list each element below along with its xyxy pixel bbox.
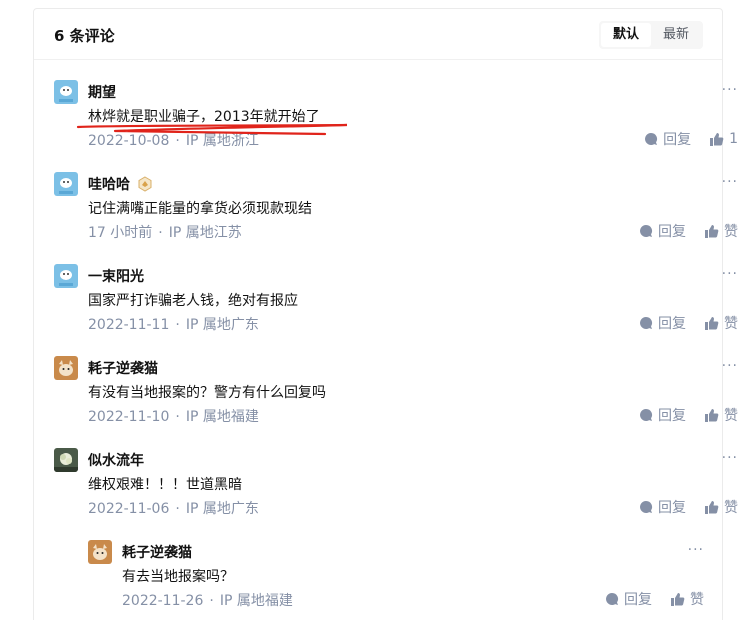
reply-button[interactable]: 回复 [639, 221, 686, 241]
comment-ip: IP 属地福建 [219, 593, 293, 609]
reply-icon [640, 500, 653, 513]
more-options-icon[interactable]: ··· [722, 450, 738, 466]
comment-date: 2022-11-11 [88, 317, 170, 333]
like-label: 赞 [724, 408, 738, 424]
comment-date: 17 小时前 [88, 225, 153, 241]
comment-author[interactable]: 耗子逆袭猫 [122, 542, 192, 562]
reply-icon [640, 224, 653, 237]
like-label: 赞 [724, 500, 738, 516]
thumbs-up-icon [705, 225, 719, 238]
comment-actions: 回复 赞 [621, 313, 738, 333]
reply-label: 回复 [658, 500, 686, 516]
avatar[interactable] [54, 264, 78, 288]
reply-icon [645, 132, 658, 145]
comment-ip: IP 属地广东 [185, 501, 259, 517]
more-options-icon[interactable]: ··· [722, 174, 738, 190]
like-label: 1 [729, 131, 738, 147]
comment-actions: 回复 赞 [621, 221, 738, 241]
reply-icon [640, 408, 653, 421]
comment-actions: 回复 赞 [621, 405, 738, 425]
thumbs-up-icon [705, 317, 719, 330]
comment-actions: 回复 赞 [621, 497, 738, 517]
author-name[interactable]: 似水流年 [88, 450, 144, 470]
author-name[interactable]: 期望 [88, 82, 116, 102]
sort-switch: 默认 最新 [599, 21, 703, 49]
like-button[interactable]: 1 [709, 131, 738, 147]
comment-author[interactable]: 哇哈哈 [88, 174, 153, 194]
sort-newest-tab[interactable]: 最新 [651, 23, 701, 47]
comment-actions: 回复 1 [626, 129, 738, 149]
red-underline-annotation [76, 123, 348, 136]
thumbs-up-icon [710, 133, 724, 146]
comment-date: 2022-11-10 [88, 409, 170, 425]
author-name[interactable]: 耗子逆袭猫 [122, 542, 192, 562]
more-options-icon[interactable]: ··· [722, 266, 738, 282]
reply-icon [640, 316, 653, 329]
like-label: 赞 [690, 592, 704, 608]
comment-meta: 2022-11-26 · IP 属地福建 [122, 593, 293, 609]
comment-ip: IP 属地广东 [185, 317, 259, 333]
reply-button[interactable]: 回复 [644, 129, 691, 149]
like-button[interactable]: 赞 [704, 497, 738, 517]
reply-button[interactable]: 回复 [639, 497, 686, 517]
comment-content: 记住满嘴正能量的拿货必须现款现结 [88, 201, 312, 217]
author-name[interactable]: 一束阳光 [88, 266, 144, 286]
reply-label: 回复 [663, 132, 692, 148]
reply-button[interactable]: 回复 [639, 405, 686, 425]
reply-label: 回复 [658, 316, 686, 332]
comment-meta: 17 小时前 · IP 属地江苏 [88, 225, 242, 241]
comment-meta: 2022-11-10 · IP 属地福建 [88, 409, 259, 425]
like-label: 赞 [724, 316, 738, 332]
comment-content: 国家严打诈骗老人钱，绝对有报应 [88, 293, 298, 309]
comment-meta: 2022-11-11 · IP 属地广东 [88, 317, 259, 333]
reply-button[interactable]: 回复 [605, 589, 652, 609]
comment-count: 6 条评论 [54, 27, 115, 45]
comment-actions: 回复 赞 [587, 589, 704, 609]
avatar[interactable] [54, 172, 78, 196]
comment-author[interactable]: 期望 [88, 82, 116, 102]
comment-content: 有去当地报案吗？ [122, 569, 234, 585]
like-label: 赞 [724, 224, 738, 240]
comment-author[interactable]: 似水流年 [88, 450, 144, 470]
comment-author[interactable]: 一束阳光 [88, 266, 144, 286]
avatar[interactable] [54, 448, 78, 472]
like-button[interactable]: 赞 [704, 221, 738, 241]
comment-date: 2022-11-06 [88, 501, 170, 517]
comment-date: 2022-11-26 [122, 593, 204, 609]
author-name[interactable]: 哇哈哈 [88, 174, 130, 194]
reply-label: 回复 [658, 224, 686, 240]
like-button[interactable]: 赞 [670, 589, 704, 609]
like-button[interactable]: 赞 [704, 405, 738, 425]
author-name[interactable]: 耗子逆袭猫 [88, 358, 158, 378]
comments-header: 6 条评论 默认 最新 [34, 9, 722, 60]
thumbs-up-icon [705, 501, 719, 514]
like-button[interactable]: 赞 [704, 313, 738, 333]
badge-icon [137, 176, 153, 192]
comment-ip: IP 属地江苏 [168, 225, 242, 241]
more-options-icon[interactable]: ··· [722, 82, 738, 98]
reply-label: 回复 [658, 408, 686, 424]
reply-button[interactable]: 回复 [639, 313, 686, 333]
comment-meta: 2022-11-06 · IP 属地广东 [88, 501, 259, 517]
avatar[interactable] [88, 540, 112, 564]
comment-content: 有没有当地报案的？警方有什么回复吗 [88, 385, 326, 401]
avatar[interactable] [54, 356, 78, 380]
sort-default-tab[interactable]: 默认 [601, 23, 651, 47]
more-options-icon[interactable]: ··· [688, 542, 704, 558]
comment-author[interactable]: 耗子逆袭猫 [88, 358, 158, 378]
reply-icon [606, 592, 619, 605]
more-options-icon[interactable]: ··· [722, 358, 738, 374]
thumbs-up-icon [705, 409, 719, 422]
reply-label: 回复 [624, 592, 652, 608]
comment-content: 维权艰难！！！世道黑暗 [88, 477, 242, 493]
comment-ip: IP 属地福建 [185, 409, 259, 425]
thumbs-up-icon [671, 593, 685, 606]
avatar[interactable] [54, 80, 78, 104]
